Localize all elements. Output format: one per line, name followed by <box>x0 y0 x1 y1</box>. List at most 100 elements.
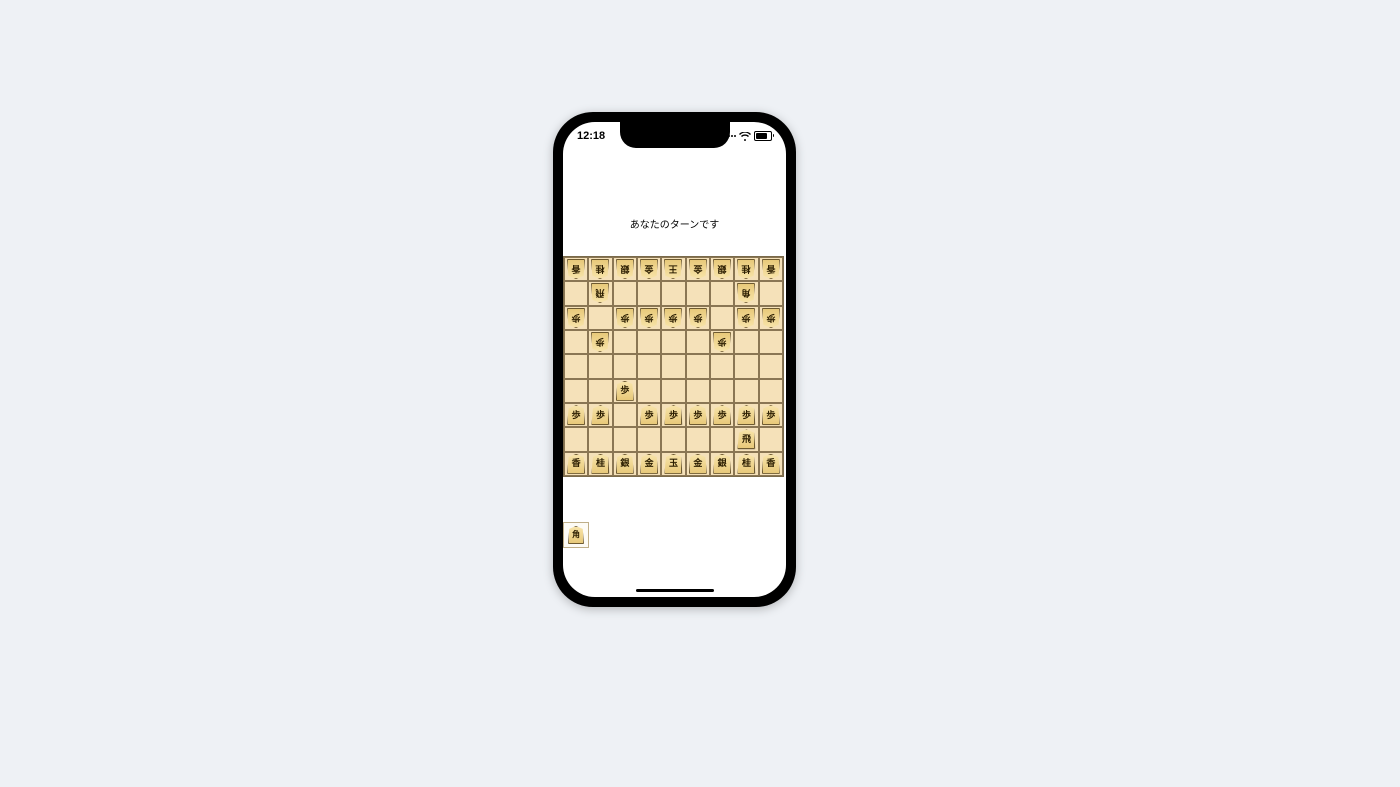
board-cell[interactable] <box>588 427 612 451</box>
board-cell[interactable]: 香 <box>759 452 783 476</box>
board-cell[interactable]: 歩 <box>637 403 661 427</box>
board-cell[interactable] <box>686 379 710 403</box>
board-cell[interactable] <box>613 330 637 354</box>
shogi-piece[interactable]: 銀 <box>616 454 634 474</box>
board-cell[interactable]: 銀 <box>613 452 637 476</box>
board-cell[interactable]: 桂 <box>588 257 612 281</box>
board-cell[interactable] <box>661 427 685 451</box>
board-cell[interactable]: 歩 <box>637 306 661 330</box>
shogi-piece[interactable]: 銀 <box>713 454 731 474</box>
shogi-piece[interactable]: 歩 <box>762 405 780 425</box>
shogi-piece[interactable]: 銀 <box>616 259 634 279</box>
board-cell[interactable]: 王 <box>661 257 685 281</box>
board-cell[interactable] <box>759 281 783 305</box>
board-cell[interactable]: 金 <box>637 257 661 281</box>
board-cell[interactable]: 歩 <box>710 330 734 354</box>
shogi-piece[interactable]: 金 <box>689 259 707 279</box>
shogi-piece[interactable]: 香 <box>762 454 780 474</box>
board-cell[interactable] <box>661 354 685 378</box>
shogi-piece[interactable]: 歩 <box>713 405 731 425</box>
board-cell[interactable] <box>564 330 588 354</box>
shogi-piece[interactable]: 歩 <box>640 308 658 328</box>
board-cell[interactable]: 歩 <box>734 403 758 427</box>
shogi-board[interactable]: 香桂銀金王金銀桂香飛角歩歩歩歩歩歩歩歩歩歩歩歩歩歩歩歩歩歩飛香桂銀金玉金銀桂香 <box>563 256 784 477</box>
board-cell[interactable] <box>734 354 758 378</box>
board-cell[interactable]: 飛 <box>734 427 758 451</box>
board-cell[interactable]: 歩 <box>588 330 612 354</box>
shogi-piece[interactable]: 香 <box>567 454 585 474</box>
board-cell[interactable] <box>661 330 685 354</box>
board-cell[interactable]: 歩 <box>613 306 637 330</box>
board-cell[interactable]: 歩 <box>734 306 758 330</box>
shogi-piece[interactable]: 飛 <box>591 283 609 303</box>
shogi-piece[interactable]: 金 <box>640 454 658 474</box>
board-cell[interactable] <box>686 354 710 378</box>
board-cell[interactable] <box>613 403 637 427</box>
board-cell[interactable]: 歩 <box>661 306 685 330</box>
shogi-piece[interactable]: 桂 <box>737 454 755 474</box>
board-cell[interactable] <box>710 281 734 305</box>
board-cell[interactable] <box>564 354 588 378</box>
board-cell[interactable]: 金 <box>686 257 710 281</box>
board-cell[interactable] <box>734 330 758 354</box>
board-cell[interactable]: 歩 <box>710 403 734 427</box>
board-cell[interactable]: 歩 <box>613 379 637 403</box>
board-cell[interactable]: 香 <box>759 257 783 281</box>
player-hand-slot[interactable]: 角 <box>563 522 589 548</box>
board-cell[interactable]: 香 <box>564 257 588 281</box>
shogi-piece[interactable]: 歩 <box>567 308 585 328</box>
shogi-piece[interactable]: 桂 <box>737 259 755 279</box>
board-cell[interactable]: 銀 <box>710 452 734 476</box>
board-cell[interactable] <box>613 354 637 378</box>
hand-piece[interactable]: 角 <box>568 526 584 544</box>
board-cell[interactable]: 桂 <box>734 452 758 476</box>
shogi-piece[interactable]: 金 <box>640 259 658 279</box>
board-cell[interactable] <box>588 379 612 403</box>
shogi-piece[interactable]: 歩 <box>591 405 609 425</box>
board-cell[interactable] <box>637 379 661 403</box>
board-cell[interactable] <box>686 281 710 305</box>
board-cell[interactable]: 歩 <box>661 403 685 427</box>
shogi-piece[interactable]: 香 <box>762 259 780 279</box>
board-cell[interactable]: 金 <box>686 452 710 476</box>
board-cell[interactable]: 歩 <box>686 306 710 330</box>
board-cell[interactable] <box>710 354 734 378</box>
shogi-piece[interactable]: 歩 <box>640 405 658 425</box>
shogi-piece[interactable]: 金 <box>689 454 707 474</box>
board-cell[interactable] <box>588 306 612 330</box>
shogi-piece[interactable]: 歩 <box>689 308 707 328</box>
board-cell[interactable] <box>686 427 710 451</box>
board-cell[interactable] <box>661 379 685 403</box>
board-cell[interactable]: 銀 <box>710 257 734 281</box>
board-cell[interactable]: 香 <box>564 452 588 476</box>
board-cell[interactable] <box>759 330 783 354</box>
board-cell[interactable]: 桂 <box>734 257 758 281</box>
board-cell[interactable] <box>710 427 734 451</box>
shogi-piece[interactable]: 歩 <box>664 308 682 328</box>
board-cell[interactable] <box>613 427 637 451</box>
board-cell[interactable] <box>613 281 637 305</box>
board-cell[interactable]: 角 <box>734 281 758 305</box>
board-cell[interactable] <box>759 427 783 451</box>
board-cell[interactable]: 銀 <box>613 257 637 281</box>
board-cell[interactable]: 歩 <box>686 403 710 427</box>
board-cell[interactable] <box>661 281 685 305</box>
shogi-piece[interactable]: 歩 <box>616 381 634 401</box>
board-cell[interactable] <box>710 306 734 330</box>
shogi-piece[interactable]: 王 <box>664 259 682 279</box>
shogi-piece[interactable]: 歩 <box>737 308 755 328</box>
board-cell[interactable] <box>564 281 588 305</box>
board-cell[interactable] <box>588 354 612 378</box>
board-cell[interactable] <box>710 379 734 403</box>
board-cell[interactable] <box>759 379 783 403</box>
shogi-piece[interactable]: 歩 <box>591 332 609 352</box>
shogi-piece[interactable]: 香 <box>567 259 585 279</box>
shogi-piece[interactable]: 歩 <box>616 308 634 328</box>
shogi-piece[interactable]: 桂 <box>591 454 609 474</box>
shogi-piece[interactable]: 歩 <box>713 332 731 352</box>
shogi-piece[interactable]: 角 <box>737 283 755 303</box>
board-cell[interactable]: 桂 <box>588 452 612 476</box>
board-cell[interactable]: 飛 <box>588 281 612 305</box>
board-cell[interactable] <box>686 330 710 354</box>
shogi-piece[interactable]: 歩 <box>664 405 682 425</box>
